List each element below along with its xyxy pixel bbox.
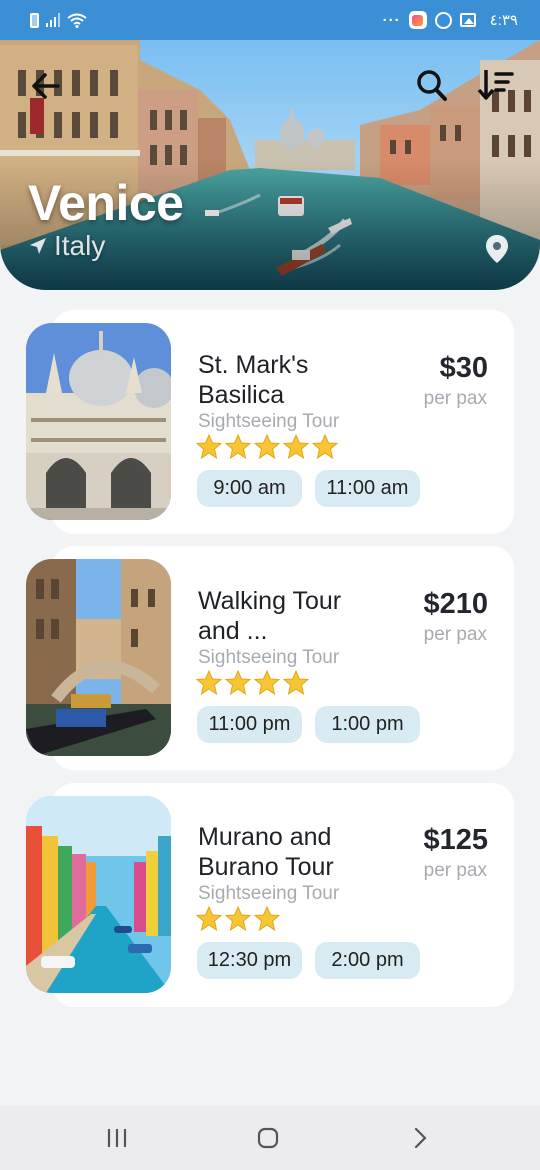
status-left (30, 12, 87, 28)
status-time: ٤:٣٩ (489, 12, 518, 29)
back-arrow-icon (32, 73, 60, 99)
tour-price: $210 (423, 588, 488, 620)
time-slot-button[interactable]: 11:00 am (315, 470, 420, 507)
city-hero-banner: Venice Italy (0, 0, 540, 290)
star-icon (225, 670, 251, 695)
signal-icon (46, 13, 60, 27)
tour-title-line-2: and ... (198, 617, 268, 645)
location-pin-icon[interactable] (484, 234, 510, 264)
tour-title: Murano and Burano Tour (198, 822, 398, 882)
city-title: Venice (28, 175, 184, 231)
tour-photo-walking-tour[interactable] (26, 559, 171, 756)
time-slot-button[interactable]: 12:30 pm (197, 942, 302, 979)
forward-button[interactable] (400, 1122, 440, 1154)
tour-category: Sightseeing Tour (198, 647, 340, 668)
tour-rating (196, 906, 280, 931)
wifi-icon (67, 13, 87, 28)
star-icon (225, 434, 251, 459)
status-bar: ··· ٤:٣٩ (0, 0, 540, 40)
tour-price: $125 (423, 824, 488, 856)
navigation-arrow-icon (30, 238, 46, 254)
tour-title-line-1: Walking Tour (198, 587, 342, 615)
whatsapp-icon (434, 11, 452, 29)
star-icon (312, 434, 338, 459)
system-navigation-bar (0, 1106, 540, 1170)
sort-button[interactable] (474, 66, 516, 106)
home-button[interactable] (248, 1122, 288, 1154)
forward-icon (414, 1127, 427, 1149)
star-icon (196, 434, 222, 459)
search-icon (417, 70, 447, 101)
tour-title: Walking Tour and ... (198, 586, 398, 646)
walking-tour-canal-photo (26, 559, 171, 756)
country-row: Italy (28, 230, 105, 262)
star-icon (254, 906, 280, 931)
tour-price-unit: per pax (423, 388, 487, 409)
home-icon (257, 1127, 279, 1149)
star-icon (283, 434, 309, 459)
tour-price: $30 (439, 352, 488, 384)
st-marks-basilica-photo (26, 323, 171, 520)
tour-rating (196, 670, 309, 695)
time-slot-button[interactable]: 9:00 am (197, 470, 302, 507)
more-notifications-indicator: ··· (382, 11, 401, 29)
health-app-icon (408, 11, 427, 29)
star-icon (283, 670, 309, 695)
tour-title: St. Mark's Basilica (198, 350, 398, 410)
sort-icon (477, 70, 514, 100)
time-slot-button[interactable]: 11:00 pm (197, 706, 302, 743)
tour-photo-st-marks-basilica[interactable] (26, 323, 171, 520)
back-button[interactable] (26, 66, 66, 106)
recent-apps-icon (107, 1129, 127, 1147)
battery-icon (30, 12, 39, 28)
tour-title-line-1: Murano and (198, 823, 332, 851)
tour-rating (196, 434, 338, 459)
tour-price-unit: per pax (423, 624, 487, 645)
burano-canal-photo (26, 796, 171, 993)
tour-category: Sightseeing Tour (198, 411, 340, 432)
tour-photo-murano-burano[interactable] (26, 796, 171, 993)
time-slot-button[interactable]: 1:00 pm (315, 706, 420, 743)
star-icon (254, 670, 280, 695)
country-label: Italy (54, 230, 106, 261)
recent-apps-button[interactable] (97, 1122, 137, 1154)
tour-title-line-1: St. Mark's (198, 351, 309, 379)
tour-title-line-2: Basilica (198, 381, 285, 409)
tour-price-unit: per pax (423, 860, 487, 881)
gallery-icon (459, 13, 476, 27)
tour-category: Sightseeing Tour (198, 883, 340, 904)
star-icon (254, 434, 280, 459)
tour-title-line-2: Burano Tour (198, 853, 334, 881)
star-icon (196, 906, 222, 931)
star-icon (196, 670, 222, 695)
star-icon (225, 906, 251, 931)
time-slot-button[interactable]: 2:00 pm (315, 942, 420, 979)
status-right: ··· ٤:٣٩ (383, 11, 518, 29)
search-button[interactable] (412, 66, 452, 106)
